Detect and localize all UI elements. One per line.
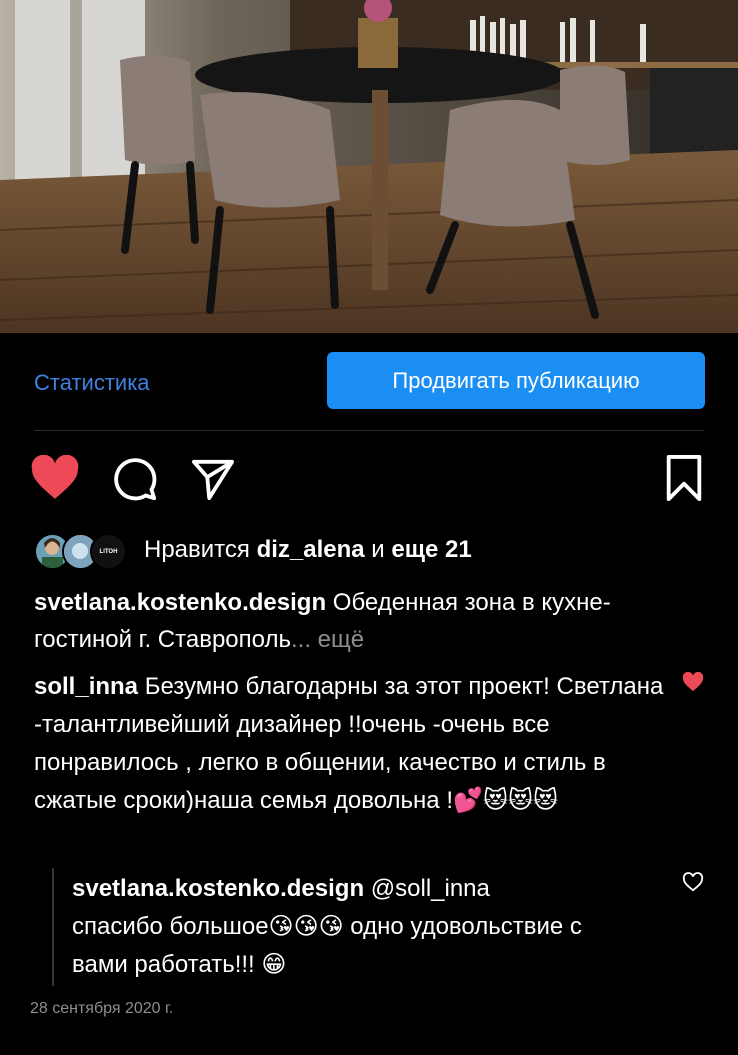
reply-author[interactable]: svetlana.kostenko.design (72, 875, 364, 902)
post-caption: svetlana.kostenko.design Обеденная зона … (34, 584, 654, 658)
heart-filled-icon[interactable] (30, 454, 80, 501)
comment-emojis: 💕😻😻😻 (452, 787, 558, 814)
statistics-link[interactable]: Статистика (34, 370, 150, 396)
small-heart-outline-icon[interactable] (682, 872, 704, 892)
likes-middle: и (364, 536, 392, 563)
caption-more-link[interactable]: ... ещё (291, 626, 364, 653)
comment-author[interactable]: soll_inna (34, 673, 138, 700)
small-heart-filled-icon[interactable] (682, 671, 704, 692)
share-icon[interactable] (190, 458, 236, 501)
likes-row[interactable]: LITOH Нравится diz_alena и еще 21 (34, 530, 472, 570)
liker-avatars: LITOH (34, 530, 134, 570)
likes-count[interactable]: еще 21 (391, 536, 471, 563)
avatar: LITOH (90, 533, 127, 570)
comment: soll_inna Безумно благодарны за этот про… (34, 668, 664, 820)
reply-comment: svetlana.kostenko.design @soll_inna спас… (72, 870, 632, 984)
reply-mention[interactable]: @soll_inna (364, 875, 490, 902)
likes-prefix: Нравится (144, 536, 257, 563)
likes-summary: Нравится diz_alena и еще 21 (144, 536, 472, 564)
post-photo[interactable] (0, 0, 738, 333)
reply-thread-line (52, 868, 54, 986)
divider (34, 430, 704, 431)
reply-text-1: спасибо большое (72, 913, 269, 940)
avatar-badge-text: LITOH (99, 548, 118, 555)
reply-emojis-2: 😁 (261, 951, 287, 978)
post-date: 28 сентября 2020 г. (30, 1000, 174, 1017)
bookmark-icon[interactable] (664, 455, 704, 501)
reply-emojis-1: 😘😘😘 (268, 913, 344, 940)
comment-icon[interactable] (112, 456, 158, 502)
promote-post-button[interactable]: Продвигать публикацию (327, 352, 705, 409)
caption-author[interactable]: svetlana.kostenko.design (34, 589, 326, 616)
liker-username[interactable]: diz_alena (257, 536, 365, 563)
